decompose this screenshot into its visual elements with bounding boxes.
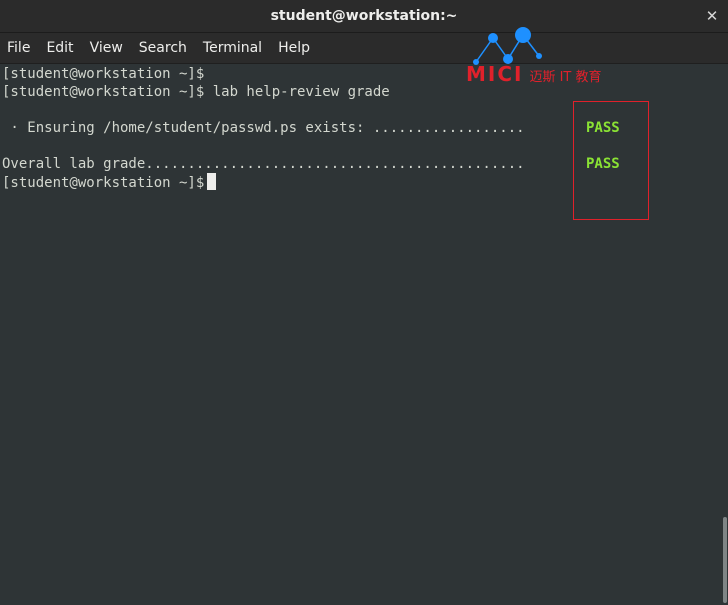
terminal-prompt-line: [student@workstation ~]$ <box>2 173 217 191</box>
menu-terminal[interactable]: Terminal <box>195 33 270 63</box>
scrollbar-thumb[interactable] <box>723 517 727 603</box>
menu-bar: File Edit View Search Terminal Help <box>0 33 728 64</box>
terminal-output[interactable]: [student@workstation ~]$ [student@workst… <box>0 64 722 605</box>
terminal-line: Overall lab grade.......................… <box>2 156 525 172</box>
window-titlebar: student@workstation:~ ✕ <box>0 0 728 33</box>
close-icon[interactable]: ✕ <box>696 0 728 32</box>
scrollbar[interactable] <box>722 64 728 605</box>
menu-view[interactable]: View <box>82 33 131 63</box>
terminal-line: · Ensuring /home/student/passwd.ps exist… <box>2 120 525 136</box>
menu-edit[interactable]: Edit <box>38 33 81 63</box>
terminal-line: [student@workstation ~]$ <box>2 66 205 82</box>
text-cursor <box>207 173 217 190</box>
menu-help[interactable]: Help <box>270 33 318 63</box>
window-title: student@workstation:~ <box>270 8 458 24</box>
menu-search[interactable]: Search <box>131 33 195 63</box>
terminal-prompt: [student@workstation ~]$ <box>2 175 205 191</box>
menu-file[interactable]: File <box>0 33 38 63</box>
terminal-line: [student@workstation ~]$ lab help-review… <box>2 84 390 100</box>
highlight-annotation-box <box>573 101 649 220</box>
